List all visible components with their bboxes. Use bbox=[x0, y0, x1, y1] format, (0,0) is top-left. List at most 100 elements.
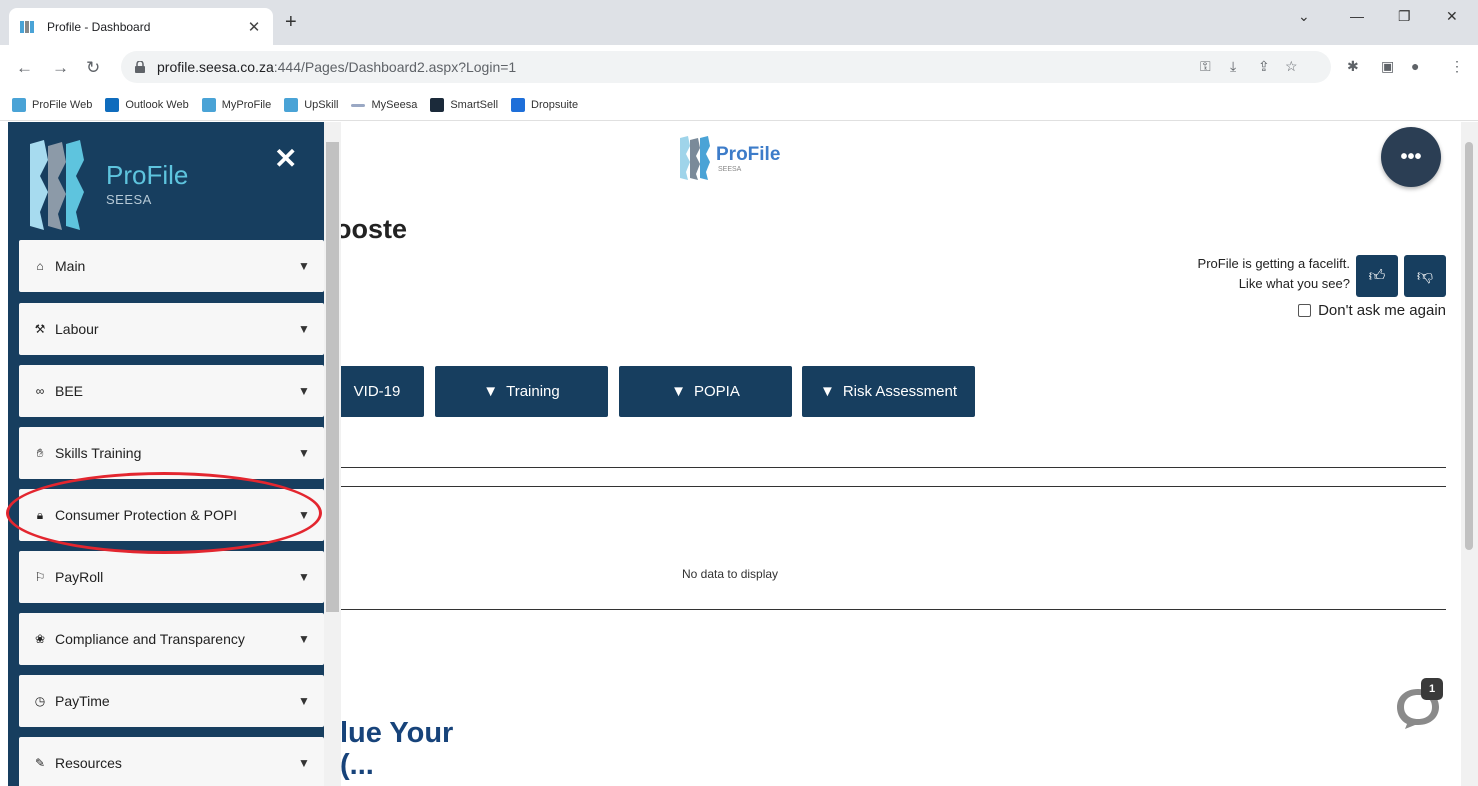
bookmark-profile-web[interactable]: ProFile Web bbox=[12, 98, 92, 112]
facelift-line-2: Like what you see? bbox=[1238, 276, 1350, 291]
bookmark-star-icon[interactable]: ☆ bbox=[1285, 58, 1298, 75]
value-heading: lue Your (... bbox=[340, 717, 453, 781]
facelift-prompt: ProFile is getting a facelift. Like what… bbox=[1198, 254, 1350, 294]
ellipsis-icon: ••• bbox=[1400, 145, 1422, 168]
share-icon[interactable]: ⇪ bbox=[1258, 58, 1270, 75]
sidebar-item-label: Labour bbox=[55, 321, 99, 337]
address-bar[interactable]: profile.seesa.co.za:444/Pages/Dashboard2… bbox=[121, 51, 1331, 83]
reload-icon[interactable]: ↻ bbox=[86, 58, 100, 78]
browser-toolbar: ← → ↻ profile.seesa.co.za:444/Pages/Dash… bbox=[0, 45, 1478, 90]
value-heading-line-2: (... bbox=[340, 749, 374, 781]
lock-icon bbox=[135, 61, 145, 73]
sidebar-logo[interactable]: ProFile SEESA bbox=[24, 138, 224, 232]
chevron-down-icon: ▼ bbox=[298, 446, 310, 460]
dont-ask-again[interactable]: Don't ask me again bbox=[1298, 302, 1446, 319]
bookmark-myprofile[interactable]: MyProFile bbox=[201, 98, 271, 112]
sidebar-brand-sub: SEESA bbox=[106, 192, 152, 207]
url-path: :444/Pages/Dashboard2.aspx?Login=1 bbox=[273, 59, 517, 75]
sidebar-item-label: PayRoll bbox=[55, 569, 104, 585]
tab-search-icon[interactable]: ⌄ bbox=[1298, 8, 1310, 25]
paw-icon: ❀ bbox=[34, 632, 46, 646]
dont-ask-checkbox[interactable] bbox=[1298, 304, 1312, 317]
sidebar-item-payroll[interactable]: ⚐ PayRoll ▼ bbox=[19, 551, 324, 603]
sidebar-item-paytime[interactable]: ◷ PayTime ▼ bbox=[19, 675, 324, 727]
bookmark-myseesa[interactable]: MySeesa bbox=[351, 99, 417, 111]
gavel-icon: ⚒ bbox=[34, 322, 46, 336]
wrench-icon: ✎ bbox=[34, 756, 46, 770]
flag-icon: ⚐ bbox=[34, 570, 46, 584]
value-heading-line-1: lue Your bbox=[340, 717, 454, 749]
menu-kebab-icon[interactable]: ⋮ bbox=[1450, 58, 1464, 75]
header-logo[interactable]: ProFile SEESA bbox=[676, 134, 796, 182]
category-popia-button[interactable]: ▼ POPIA bbox=[619, 366, 792, 417]
bookmark-outlook-web[interactable]: Outlook Web bbox=[105, 98, 189, 112]
close-tab-icon[interactable]: ✕ bbox=[245, 18, 263, 36]
chevron-down-icon: ▼ bbox=[298, 259, 310, 273]
minimize-icon[interactable]: — bbox=[1350, 8, 1364, 24]
sidebar-item-main[interactable]: ⌂ Main ▼ bbox=[19, 240, 324, 292]
category-label: Risk Assessment bbox=[842, 383, 958, 400]
category-risk-assessment-button[interactable]: ▼ Risk Assessment bbox=[802, 366, 975, 417]
header-logo-sub: SEESA bbox=[718, 166, 742, 173]
sidebar-item-consumer-protection[interactable]: 🔒︎ Consumer Protection & POPI ▼ bbox=[19, 489, 324, 541]
sidebar-item-labour[interactable]: ⚒ Labour ▼ bbox=[19, 303, 324, 355]
header-logo-name: ProFile bbox=[716, 144, 781, 165]
url-host: profile.seesa.co.za bbox=[157, 59, 274, 75]
side-panel-icon[interactable]: ▣ bbox=[1381, 58, 1394, 75]
sidebar-item-label: Consumer Protection & POPI bbox=[55, 507, 238, 523]
chevron-down-icon: ▼ bbox=[298, 570, 310, 584]
chat-badge: 1 bbox=[1421, 678, 1443, 700]
close-window-icon[interactable]: ✕ bbox=[1446, 8, 1458, 25]
bookmark-smartsell[interactable]: SmartSell bbox=[430, 98, 498, 112]
chevron-down-icon: ▼ bbox=[298, 384, 310, 398]
profile-bookmark-icon bbox=[12, 98, 26, 112]
chevron-down-icon: ▼ bbox=[298, 694, 310, 708]
bookmarks-bar: ProFile Web Outlook Web MyProFile UpSkil… bbox=[0, 90, 1478, 121]
profile-favicon-icon bbox=[20, 20, 34, 33]
divider bbox=[341, 486, 1446, 487]
back-icon[interactable]: ← bbox=[16, 58, 33, 78]
browser-tab[interactable]: Profile - Dashboard ✕ bbox=[9, 8, 273, 45]
sidebar-item-label: Main bbox=[55, 258, 86, 274]
faces-logo-icon bbox=[30, 140, 84, 230]
profile-bookmark-icon bbox=[284, 98, 299, 112]
sidebar-item-skills-training[interactable]: ✋︎ Skills Training ▼ bbox=[19, 427, 324, 479]
lock-icon: 🔒︎ bbox=[36, 507, 44, 522]
restore-icon[interactable]: ❐ bbox=[1398, 8, 1411, 25]
more-options-button[interactable]: ••• bbox=[1381, 127, 1441, 187]
sidebar-item-label: PayTime bbox=[55, 693, 110, 709]
thumbs-up-button[interactable]: 👍︎ bbox=[1356, 255, 1398, 297]
greeting-heading: ooste bbox=[335, 214, 408, 244]
bookmark-dropsuite[interactable]: Dropsuite bbox=[511, 98, 578, 112]
hand-icon: ✋︎ bbox=[36, 445, 44, 460]
profile-avatar-icon[interactable]: ● bbox=[1411, 58, 1419, 74]
dont-ask-label: Don't ask me again bbox=[1318, 302, 1446, 319]
category-training-button[interactable]: ▼ Training bbox=[435, 366, 608, 417]
extensions-icon[interactable]: ✱ bbox=[1347, 58, 1359, 75]
sidebar-item-bee[interactable]: ∞ BEE ▼ bbox=[19, 365, 324, 417]
outlook-icon bbox=[105, 98, 120, 112]
bookmark-upskill[interactable]: UpSkill bbox=[284, 98, 338, 112]
sidebar-item-resources[interactable]: ✎ Resources ▼ bbox=[19, 737, 324, 786]
sidebar-scrollbar-thumb[interactable] bbox=[326, 142, 339, 612]
clock-icon: ◷ bbox=[34, 694, 46, 708]
thumbs-down-button[interactable]: 👎︎ bbox=[1404, 255, 1446, 297]
dropsuite-icon bbox=[511, 98, 526, 112]
no-data-message: No data to display bbox=[682, 567, 779, 581]
tab-title: Profile - Dashboard bbox=[47, 19, 151, 34]
chevron-down-icon: ▼ bbox=[298, 632, 310, 646]
sidebar-item-compliance[interactable]: ❀ Compliance and Transparency ▼ bbox=[19, 613, 324, 665]
new-tab-icon[interactable]: + bbox=[285, 11, 297, 34]
page-scrollbar[interactable] bbox=[1461, 122, 1478, 786]
page-scrollbar-thumb[interactable] bbox=[1465, 142, 1473, 550]
chevron-down-icon: ▼ bbox=[298, 508, 310, 522]
close-sidebar-icon[interactable]: ✕ bbox=[274, 142, 297, 175]
facelift-line-1: ProFile is getting a facelift. bbox=[1197, 256, 1350, 271]
install-icon[interactable]: ⤓ bbox=[1230, 58, 1236, 75]
sidebar-scrollbar[interactable] bbox=[324, 122, 341, 786]
password-key-icon[interactable]: ⚿ bbox=[1200, 58, 1211, 75]
divider bbox=[341, 467, 1446, 468]
category-label: POPIA bbox=[694, 383, 740, 400]
page-viewport: ProFile SEESA ••• ooste ProFile is getti… bbox=[0, 122, 1478, 786]
forward-icon[interactable]: → bbox=[52, 58, 69, 78]
